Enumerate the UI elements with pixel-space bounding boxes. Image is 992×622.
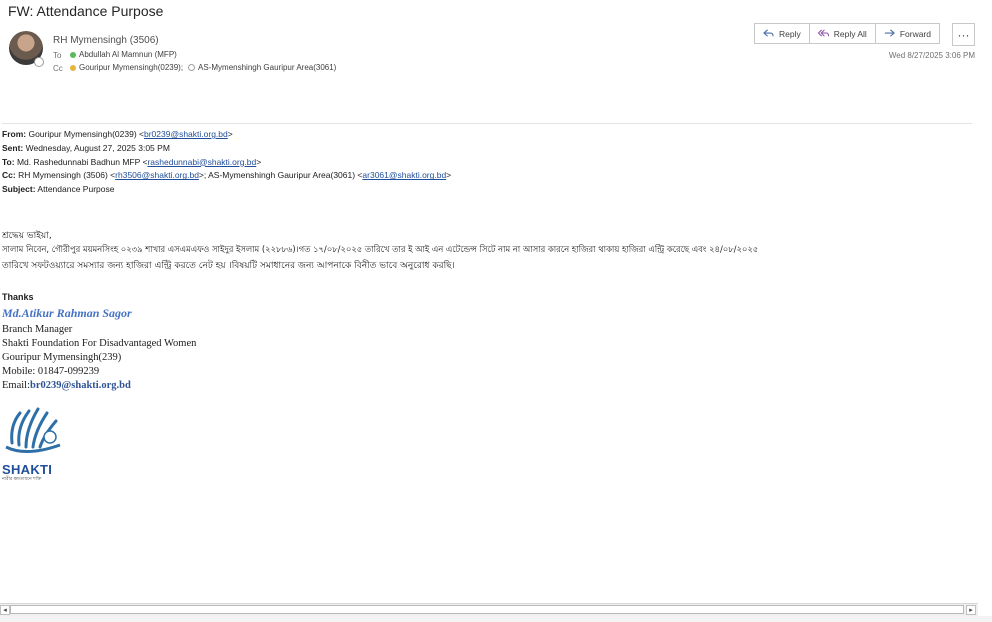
forward-icon — [884, 29, 895, 37]
cc-label: Cc — [53, 64, 63, 73]
fwd-cc-email-link[interactable]: rh3506@shakti.org.bd — [115, 170, 199, 180]
scroll-left-arrow-icon[interactable]: ◂ — [0, 605, 10, 615]
to-recipients: Abdullah Al Mamnun (MFP) — [70, 50, 177, 59]
presence-available-icon — [70, 51, 76, 58]
reply-button[interactable]: Reply — [754, 23, 810, 44]
signature-email-line: Email:br0239@shakti.org.bd — [2, 380, 131, 391]
status-bar — [0, 616, 992, 622]
header-divider — [2, 123, 972, 124]
message-actions: Reply Reply All Forward — [754, 23, 940, 44]
fwd-cc-line: Cc: RH Mymensingh (3506) <rh3506@shakti.… — [2, 170, 452, 181]
reply-icon — [763, 29, 774, 37]
body-greeting: শ্রদ্ধেয় ভাইয়া, — [2, 231, 52, 241]
presence-away-icon — [70, 64, 76, 71]
signature-org: Shakti Foundation For Disadvantaged Wome… — [2, 338, 197, 349]
signature-block: Branch Manager Shakti Foundation For Dis… — [2, 323, 196, 393]
signature-branch: Gouripur Mymensingh(239) — [2, 352, 122, 363]
fwd-from-line: From: Gouripur Mymensingh(0239) <br0239@… — [2, 129, 233, 139]
fwd-to-line: To: Md. Rashedunnabi Badhun MFP <rashedu… — [2, 156, 262, 167]
reply-all-icon — [817, 29, 829, 37]
fwd-sent-line: Sent: Wednesday, August 27, 2025 3:05 PM — [2, 142, 170, 153]
sender-name[interactable]: RH Mymensingh (3506) — [53, 35, 159, 46]
signature-thanks: Thanks — [2, 292, 34, 302]
cc-recipient[interactable]: Gouripur Mymensingh(0239); — [79, 63, 183, 72]
to-label: To — [53, 51, 62, 60]
scroll-right-arrow-icon[interactable]: ▸ — [966, 605, 976, 615]
signature-mobile: Mobile: 01847-099239 — [2, 366, 100, 377]
logo-tagline: নারীর ক্ষমতায়নে শক্তি — [2, 477, 42, 482]
signature-title: Branch Manager — [2, 324, 73, 335]
forwarded-header: From: Gouripur Mymensingh(0239) <br0239@… — [2, 128, 451, 197]
shakti-logo: SHAKTI নারীর ক্ষমতায়নে শক্তি — [2, 403, 64, 482]
body-line: সালাম নিবেন, গৌরীপুর ময়মনসিংহ ০২৩৯ শাখা… — [2, 244, 759, 254]
to-recipient[interactable]: Abdullah Al Mamnun (MFP) — [79, 50, 177, 59]
signature-email[interactable]: br0239@shakti.org.bd — [30, 380, 131, 391]
more-actions-button[interactable]: ··· — [952, 23, 975, 46]
presence-status-icon — [34, 57, 44, 67]
cc-recipients: Gouripur Mymensingh(0239); AS-Mymenshing… — [70, 63, 336, 72]
email-subject: FW: Attendance Purpose — [8, 3, 164, 19]
received-date: Wed 8/27/2025 3:06 PM — [888, 51, 975, 60]
shakti-logo-icon — [5, 407, 61, 453]
signature-name: Md.Atikur Rahman Sagor — [2, 306, 132, 320]
fwd-cc-email-link[interactable]: ar3061@shakti.org.bd — [362, 170, 446, 180]
fwd-to-email-link[interactable]: rashedunnabi@shakti.org.bd — [147, 157, 256, 167]
scrollbar-thumb[interactable] — [10, 605, 964, 614]
fwd-subject-line: Subject: Attendance Purpose — [2, 184, 115, 195]
cc-recipient[interactable]: AS-Mymenshingh Gauripur Area(3061) — [198, 63, 336, 72]
reply-all-button[interactable]: Reply All — [808, 23, 876, 44]
fwd-from-email-link[interactable]: br0239@shakti.org.bd — [144, 129, 228, 139]
body-line: তারিখে সফটওয়্যারে সমস্যার জন্য হাজিরা এ… — [2, 261, 455, 271]
logo-text: SHAKTI — [2, 462, 53, 477]
horizontal-scrollbar[interactable]: ◂ ▸ — [0, 603, 978, 616]
forward-button[interactable]: Forward — [874, 23, 940, 44]
presence-offline-icon — [188, 64, 196, 71]
